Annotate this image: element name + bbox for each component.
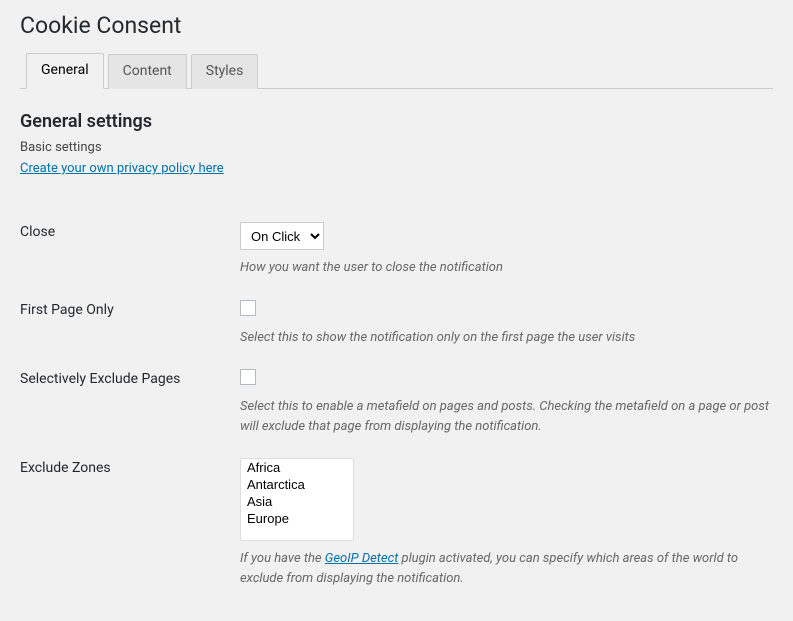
row-exclude-pages: Selectively Exclude Pages Select this to…: [20, 347, 773, 436]
row-exclude-zones: Exclude Zones Africa Antarctica Asia Eur…: [20, 436, 773, 588]
exclude-zones-select[interactable]: Africa Antarctica Asia Europe: [240, 458, 354, 541]
form-table: Close On Click How you want the user to …: [20, 194, 773, 588]
exclude-pages-desc: Select this to enable a metafield on pag…: [240, 397, 773, 436]
tab-content[interactable]: Content: [108, 54, 187, 89]
close-desc: How you want the user to close the notif…: [240, 258, 773, 278]
first-page-desc: Select this to show the notification onl…: [240, 328, 773, 348]
label-exclude-pages: Selectively Exclude Pages: [20, 369, 240, 387]
row-close: Close On Click How you want the user to …: [20, 194, 773, 278]
privacy-policy-link[interactable]: Create your own privacy policy here: [20, 161, 224, 176]
exclude-zones-desc: If you have the GeoIP Detect plugin acti…: [240, 549, 773, 588]
exclude-pages-checkbox[interactable]: [240, 369, 256, 385]
geoip-detect-link[interactable]: GeoIP Detect: [325, 551, 399, 566]
close-select[interactable]: On Click: [240, 222, 324, 250]
tab-styles[interactable]: Styles: [191, 54, 259, 89]
nav-tabs: General Content Styles: [20, 53, 773, 89]
row-first-page: First Page Only Select this to show the …: [20, 278, 773, 348]
tab-general[interactable]: General: [26, 53, 104, 89]
label-close: Close: [20, 222, 240, 240]
label-exclude-zones: Exclude Zones: [20, 458, 240, 476]
label-first-page: First Page Only: [20, 300, 240, 318]
page-title: Cookie Consent: [20, 12, 773, 39]
section-title: General settings: [20, 111, 773, 132]
first-page-checkbox[interactable]: [240, 300, 256, 316]
section-subtitle: Basic settings: [20, 140, 773, 155]
